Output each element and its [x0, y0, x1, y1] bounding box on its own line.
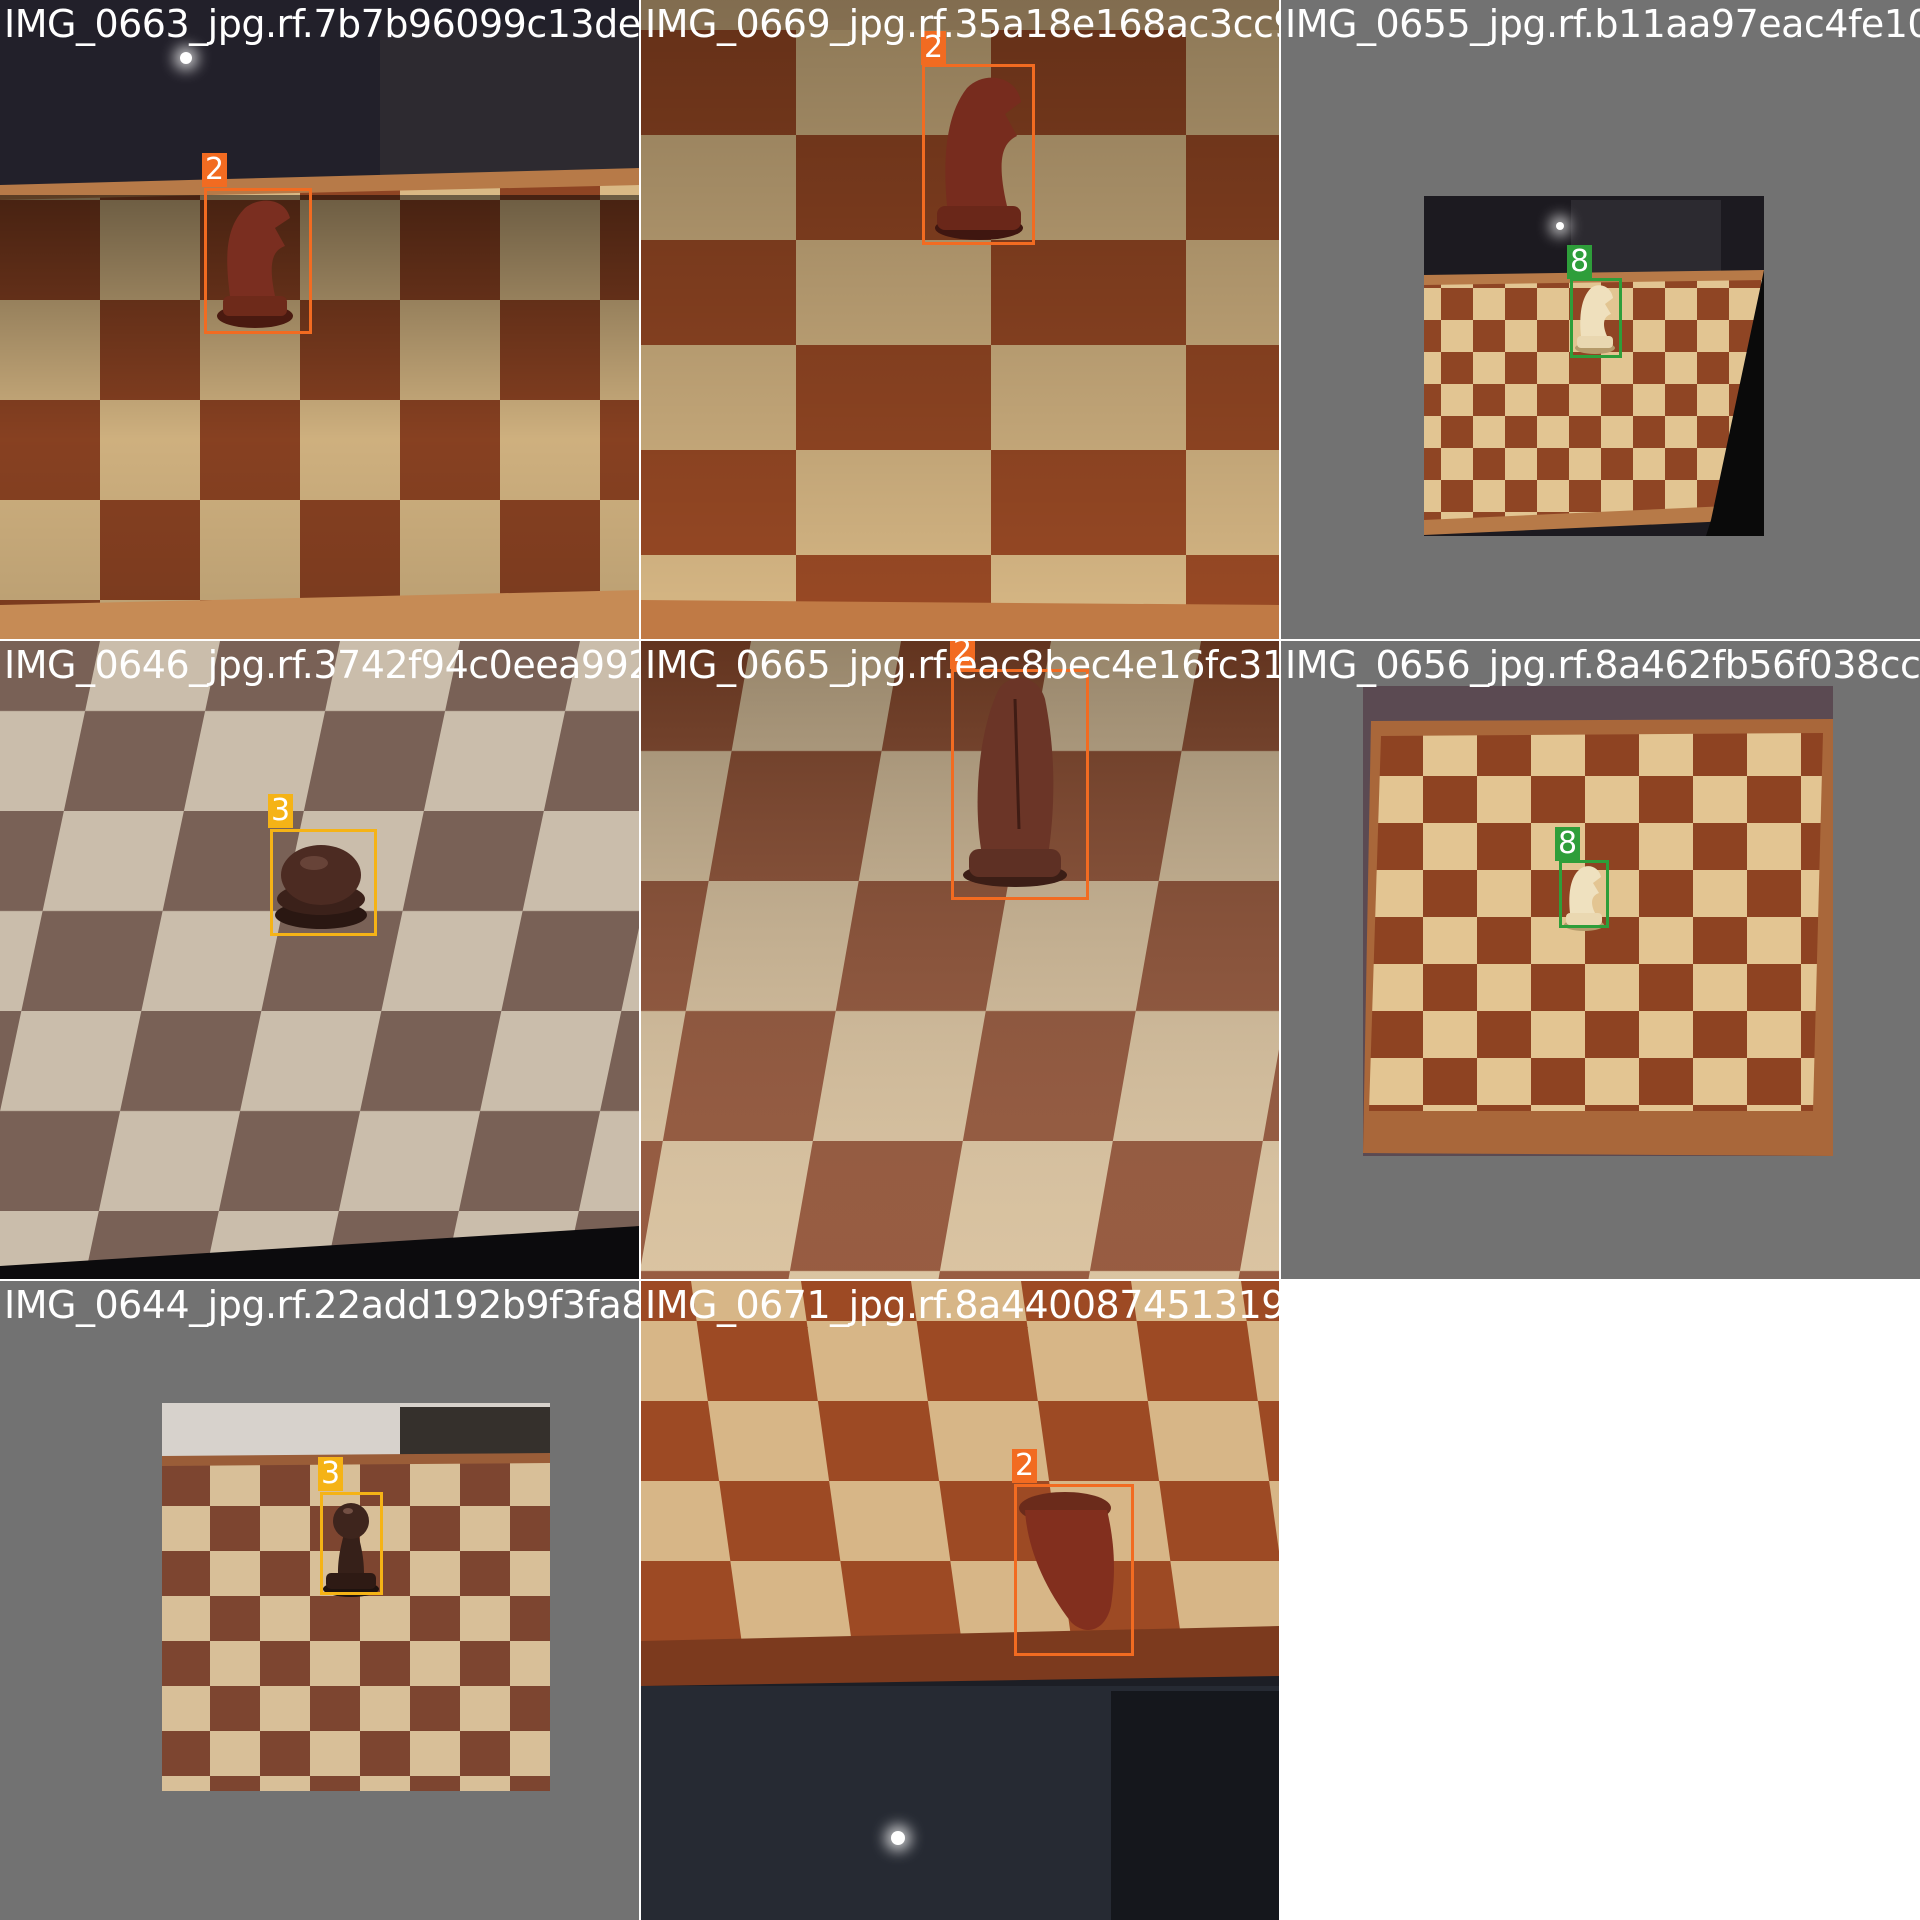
tile-img-0663[interactable]: 2 IMG_0663_jpg.rf.7b7b96099c13dedf39a678… — [0, 0, 639, 639]
tile-caption: IMG_0665_jpg.rf.eac8bec4e16fc3145d989d06 — [645, 643, 1279, 687]
tile-caption: IMG_0671_jpg.rf.8a440087451319b84f430547 — [645, 1283, 1279, 1327]
detection-label: 2 — [202, 153, 228, 187]
tile-caption: IMG_0646_jpg.rf.3742f94c0eea992a25fa7ce1 — [4, 643, 639, 687]
scene-photo — [0, 0, 639, 639]
tile-img-0646[interactable]: 3 IMG_0646_jpg.rf.3742f94c0eea992a25fa7c… — [0, 641, 639, 1279]
detection-box-white-knight[interactable] — [1570, 278, 1622, 358]
detection-box-pawn[interactable] — [270, 829, 377, 936]
tile-caption: IMG_0655_jpg.rf.b11aa97eac4fe10a2 — [1285, 2, 1920, 46]
detection-box-knight[interactable] — [204, 188, 312, 334]
ceiling-light — [180, 52, 192, 64]
detection-mosaic: 2 IMG_0663_jpg.rf.7b7b96099c13dedf39a678… — [0, 0, 1920, 1920]
detection-box-knight[interactable] — [951, 669, 1089, 900]
tile-caption: IMG_0644_jpg.rf.22add192b9f3fa881c0194e — [4, 1283, 639, 1327]
detection-label: 3 — [318, 1457, 344, 1491]
ceiling-light — [1556, 222, 1564, 230]
tile-img-0655[interactable]: 8 IMG_0655_jpg.rf.b11aa97eac4fe10a2 — [1281, 0, 1920, 639]
tile-caption: IMG_0663_jpg.rf.7b7b96099c13dedf39a67806 — [4, 2, 639, 46]
ceiling-light — [891, 1831, 905, 1845]
scene-photo — [162, 1403, 550, 1791]
tile-img-0669[interactable]: 2 IMG_0669_jpg.rf.35a18e168ac3cc90536631… — [641, 0, 1279, 639]
scene-photo — [1363, 686, 1833, 1156]
detection-label: 2 — [1012, 1449, 1038, 1483]
detection-label: 8 — [1567, 245, 1593, 279]
tile-img-0671[interactable]: 2 IMG_0671_jpg.rf.8a440087451319b84f4305… — [641, 1281, 1279, 1920]
tile-img-0644[interactable]: 3 IMG_0644_jpg.rf.22add192b9f3fa881c0194… — [0, 1281, 639, 1920]
tile-caption: IMG_0669_jpg.rf.35a18e168ac3cc90536631f8 — [645, 2, 1279, 46]
detection-box-knight[interactable] — [922, 64, 1035, 245]
detection-box-pawn[interactable] — [320, 1492, 383, 1595]
detection-box-white-knight[interactable] — [1559, 860, 1609, 928]
tile-img-0665[interactable]: 2 IMG_0665_jpg.rf.eac8bec4e16fc3145d989d… — [641, 641, 1279, 1279]
tile-caption: IMG_0656_jpg.rf.8a462fb56f038cc484 — [1285, 643, 1920, 687]
detection-label: 8 — [1555, 827, 1581, 861]
detection-label: 3 — [268, 794, 294, 828]
tile-img-0656[interactable]: 8 IMG_0656_jpg.rf.8a462fb56f038cc484 — [1281, 641, 1920, 1279]
empty-cell — [1281, 1281, 1920, 1920]
scene-photo — [641, 1281, 1279, 1920]
scene-photo — [0, 641, 639, 1279]
detection-box-knight[interactable] — [1014, 1484, 1134, 1656]
